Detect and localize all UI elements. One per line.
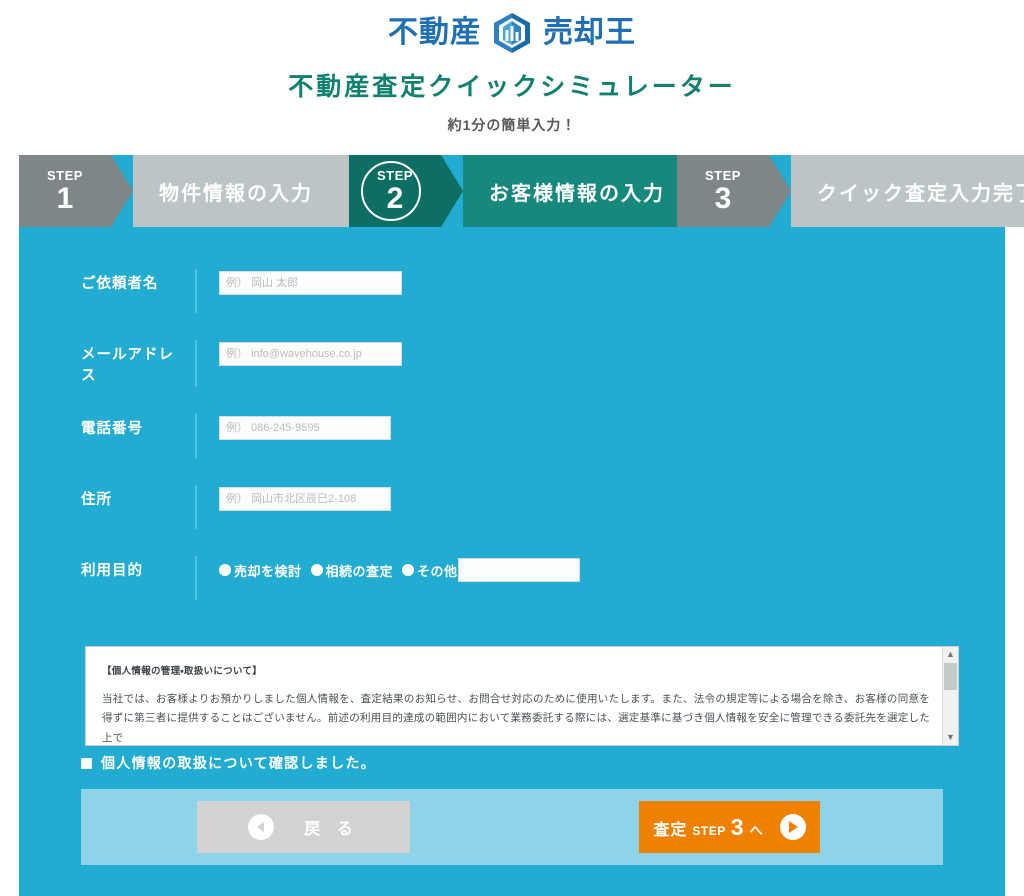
field-row-tel: 電話番号 <box>19 414 1005 459</box>
control-tel <box>197 414 391 441</box>
purpose-other-input[interactable] <box>457 558 580 583</box>
next-button-step-number: 3 <box>730 813 745 840</box>
control-email <box>197 340 402 366</box>
field-row-email: メールアドレス <box>19 340 1005 388</box>
circle-arrow-left-icon <box>248 814 275 841</box>
step-2-active-ring <box>361 161 421 221</box>
purpose-option-sell[interactable]: 売却を検討 <box>219 561 302 580</box>
step-1-badge: STEP 1 <box>19 155 111 227</box>
scroll-up-icon[interactable]: ▲ <box>943 647 958 662</box>
step-2-badge: STEP 2 <box>349 155 441 227</box>
step-2-body: お客様情報の入力 <box>463 155 677 227</box>
step-3-number: 3 <box>714 181 732 215</box>
action-panel: 戻 る 査定 STEP 3 へ <box>81 789 943 866</box>
customer-info-form: ご依頼者名 メールアドレス 電話番号 住所 <box>19 227 1005 896</box>
privacy-policy-section: 【個人情報の管理・取扱いについて】 当社では、お客様よりお預かりしました個人情報… <box>19 646 1005 747</box>
control-name <box>197 269 402 295</box>
consent-row[interactable]: 個人情報の取扱について確認しました。 <box>19 747 1005 773</box>
purpose-option-inheritance[interactable]: 相続の査定 <box>310 561 394 580</box>
next-button-step-word: STEP <box>692 823 726 838</box>
address-input[interactable] <box>219 487 391 512</box>
control-address <box>197 485 391 512</box>
back-button-label: 戻 る <box>304 821 359 839</box>
step-1-number: 1 <box>56 181 74 215</box>
purpose-radio-group: 売却を検討 相続の査定 その他 <box>219 558 580 583</box>
control-purpose: 売却を検討 相続の査定 その他 <box>197 556 580 583</box>
label-email: メールアドレス <box>81 347 174 385</box>
field-row-name: ご依頼者名 <box>19 269 1005 313</box>
step-item-3[interactable]: STEP 3 クイック査定入力完了 <box>677 155 1024 227</box>
purpose-option-sell-label: 売却を検討 <box>234 563 302 579</box>
step-item-2[interactable]: STEP 2 お客様情報の入力 <box>349 155 677 227</box>
page-subtitle: 約1分の簡単入力！ <box>447 117 577 133</box>
field-row-address: 住所 <box>19 485 1005 530</box>
circle-play-right-icon <box>779 814 806 841</box>
step-1-kicker: STEP <box>47 167 83 183</box>
site-header: 不動産 売却王 <box>0 0 1024 58</box>
logo-text-left: 不動産 <box>388 16 481 49</box>
privacy-scrollbar[interactable]: ▲ ▼ <box>942 647 958 746</box>
field-row-purpose: 利用目的 売却を検討 相続の査定 その他 <box>19 556 1005 601</box>
privacy-policy-box[interactable]: 【個人情報の管理・取扱いについて】 当社では、お客様よりお預かりしました個人情報… <box>85 646 959 747</box>
next-button-suffix: へ <box>749 822 764 838</box>
email-input[interactable] <box>219 342 402 366</box>
radio-icon-inheritance[interactable] <box>310 564 323 577</box>
step-3-kicker: STEP <box>705 167 741 183</box>
consent-label: 個人情報の取扱について確認しました。 <box>101 755 376 772</box>
label-name: ご依頼者名 <box>81 276 159 292</box>
step-3-label: クイック査定入力完了 <box>817 182 1024 205</box>
step-2-arrow-icon <box>441 155 463 227</box>
label-purpose: 利用目的 <box>81 563 143 580</box>
next-button-main: 査定 <box>653 821 688 839</box>
back-button[interactable]: 戻 る <box>197 801 410 854</box>
step-3-body: クイック査定入力完了 <box>791 155 1024 227</box>
step-progress-bar: STEP 1 物件情報の入力 STEP 2 お客様情報の入力 STEP 3 クイ… <box>19 155 1024 227</box>
brand-logo[interactable]: 不動産 売却王 <box>388 11 636 55</box>
scrollbar-thumb[interactable] <box>944 663 957 691</box>
label-tel: 電話番号 <box>81 421 143 438</box>
consent-checkbox[interactable] <box>81 757 92 769</box>
step-3-badge: STEP 3 <box>677 155 769 227</box>
purpose-option-other-label: その他 <box>417 563 458 579</box>
step-2-label: お客様情報の入力 <box>489 182 665 205</box>
radio-icon-sell[interactable] <box>219 564 231 577</box>
page-title: 不動産査定クイックシミュレーター <box>288 73 736 101</box>
hexagon-building-logo-icon <box>490 11 534 55</box>
next-button-label: 査定 STEP 3 へ <box>653 814 763 841</box>
step-item-1[interactable]: STEP 1 物件情報の入力 <box>19 155 349 227</box>
purpose-option-inheritance-label: 相続の査定 <box>325 563 394 579</box>
frame-bottom-spacer <box>19 865 1005 896</box>
step-3-arrow-icon <box>769 155 791 227</box>
name-input[interactable] <box>219 271 402 295</box>
form-frame: STEP 1 物件情報の入力 STEP 2 お客様情報の入力 STEP 3 クイ… <box>19 155 1024 896</box>
logo-text-right: 売却王 <box>543 16 636 49</box>
next-step-button[interactable]: 査定 STEP 3 へ <box>639 801 820 854</box>
privacy-policy-heading: 【個人情報の管理・取扱いについて】 <box>102 666 263 678</box>
label-address: 住所 <box>81 492 112 509</box>
step-1-arrow-icon <box>111 155 133 227</box>
purpose-option-other[interactable]: その他 <box>402 561 458 580</box>
step-1-body: 物件情報の入力 <box>133 155 349 227</box>
radio-icon-other[interactable] <box>402 564 415 577</box>
tel-input[interactable] <box>219 416 391 441</box>
scroll-down-icon[interactable]: ▼ <box>943 730 958 745</box>
step-1-label: 物件情報の入力 <box>159 182 313 205</box>
privacy-policy-body: 当社では、お客様よりお預かりしました個人情報を、査定結果のお知らせ、お問合せ対応… <box>102 693 930 744</box>
privacy-policy-text: 【個人情報の管理・取扱いについて】 当社では、お客様よりお預かりしました個人情報… <box>86 647 942 745</box>
